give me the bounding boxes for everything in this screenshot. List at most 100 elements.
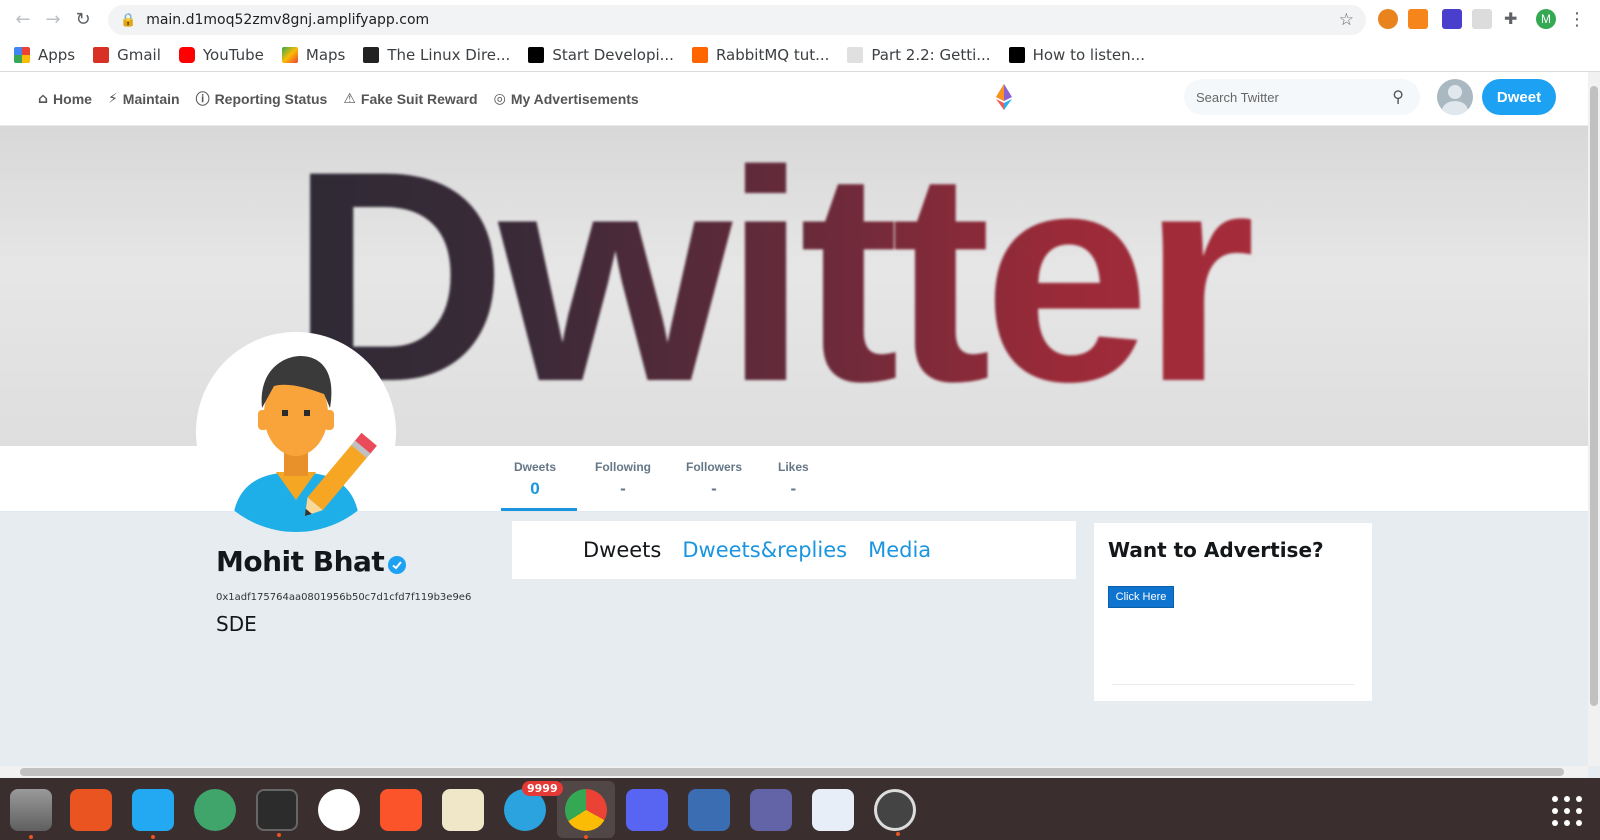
tab-dweets[interactable]: Dweets [583,538,661,562]
vertical-scrollbar[interactable] [1588,72,1600,766]
extension-grey-icon[interactable] [1472,9,1492,29]
medium-icon [1008,46,1025,63]
scrollbar-thumb[interactable] [1590,86,1598,706]
running-indicator [896,832,900,836]
lock-icon: 🔒 [120,12,137,28]
stat-label: Dweets [514,460,557,474]
telegram-icon[interactable]: 9999 [504,781,563,831]
broadcast-icon: ◎ [493,91,506,107]
software-center-icon[interactable] [70,789,112,831]
show-applications-icon[interactable] [1552,796,1582,826]
dweet-button[interactable]: Dweet [1482,79,1556,115]
horizontal-scrollbar[interactable] [0,766,1588,778]
bookmark-maps[interactable]: Maps [281,45,346,64]
profile-avatar[interactable] [196,332,396,532]
nav-label: Reporting Status [214,91,328,107]
browser-menu-icon[interactable]: ⋮ [1568,9,1586,30]
nav-reporting-status[interactable]: ⓘ Reporting Status [196,89,328,109]
page-icon [847,46,864,63]
bookmarks-bar: Apps Gmail YouTube Maps The Linux Dire..… [0,38,1600,72]
avatar-head-shape [1448,85,1462,99]
extension-orange-icon[interactable] [1378,9,1398,29]
search-input[interactable] [1196,89,1376,105]
stat-dweets[interactable]: Dweets 0 [514,460,556,499]
slack-icon[interactable] [318,789,360,831]
bookmark-label: How to listen... [1032,45,1145,64]
ethereum-logo-icon[interactable] [996,84,1012,110]
maps-icon [281,46,298,63]
gmail-icon [93,46,110,63]
address-bar[interactable]: 🔒 main.d1moq52zmv8gnj.amplifyapp.com ☆ [108,5,1366,35]
profile-tabs: Dweets Dweets&replies Media [512,521,1076,579]
discord-icon[interactable] [626,789,668,831]
stat-label: Followers [686,460,743,474]
back-icon[interactable]: ← [8,9,38,30]
atom-icon[interactable] [194,789,236,831]
bookmark-youtube[interactable]: YouTube [178,46,264,64]
nav-label: Fake Suit Reward [360,91,478,107]
forward-icon[interactable]: → [38,9,68,30]
bookmark-rabbitmq[interactable]: RabbitMQ tut... [691,45,830,64]
main-nav: ⌂ Home ⚡ Maintain ⓘ Reporting Status ⚠ Fake … [38,89,655,109]
bookmark-label: Maps [305,45,346,64]
verified-badge-icon [388,555,407,574]
scrollbar-thumb[interactable] [20,768,1564,776]
telegram-badge: 9999 [522,781,563,796]
bookmark-how-to-listen[interactable]: How to listen... [1008,45,1145,64]
wallet-address: 0x1adf175764aa0801956b50c7d1cfd7f119b3e9… [216,592,472,603]
bookmark-linux[interactable]: The Linux Dire... [363,46,510,64]
bookmark-apps[interactable]: Apps [14,46,75,64]
url-text[interactable]: main.d1moq52zmv8gnj.amplifyapp.com [146,12,429,28]
home-icon: ⌂ [38,91,49,107]
terminal-icon[interactable] [256,789,298,837]
stat-value: 0 [530,479,540,498]
extensions-puzzle-icon[interactable]: ✚ [1504,9,1524,29]
apps-grid-icon [14,46,30,63]
info-icon: ⓘ [195,92,210,108]
tab-media[interactable]: Media [868,538,931,562]
browser-profile-avatar[interactable]: M [1536,9,1556,29]
search-box: ⚲ [1184,79,1420,115]
stat-followers[interactable]: Followers - [686,460,742,499]
bookmark-start-developing[interactable]: Start Developi... [528,46,674,64]
nav-maintain[interactable]: ⚡ Maintain [108,89,180,109]
avatar-body-shape [1442,101,1468,115]
stat-likes[interactable]: Likes - [778,460,809,499]
vscode-icon[interactable] [132,789,174,839]
profile-bio: SDE [216,612,257,636]
software-updater-icon[interactable] [874,789,916,836]
user-with-pencil-icon [232,356,377,532]
extension-blue-icon[interactable] [1442,9,1462,29]
remote-desktop-icon[interactable] [688,789,730,831]
bookmark-part-2-2[interactable]: Part 2.2: Getti... [847,46,991,64]
metamask-icon[interactable] [1408,9,1428,29]
nav-label: My Advertisements [510,91,639,107]
bookmark-star-icon[interactable]: ☆ [1339,10,1354,30]
running-indicator [151,835,155,839]
stat-label: Likes [778,460,809,474]
bookmark-label: Start Developi... [552,45,674,64]
files-icon[interactable] [10,789,52,839]
reload-icon[interactable]: ↻ [68,9,98,30]
nav-home[interactable]: ⌂ Home [38,89,92,109]
bookmark-label: RabbitMQ tut... [715,45,830,64]
app-header: ⌂ Home ⚡ Maintain ⓘ Reporting Status ⚠ Fake … [0,72,1588,126]
stat-following[interactable]: Following - [595,460,651,499]
nav-my-advertisements[interactable]: ◎ My Advertisements [494,89,639,109]
teams-icon[interactable] [750,789,792,831]
click-here-button[interactable]: Click Here [1108,586,1174,608]
chrome-icon[interactable] [565,789,607,839]
running-indicator [29,835,33,839]
advertise-title: Want to Advertise? [1108,538,1324,562]
cover-logo-text: Dwitter [290,126,1259,436]
brave-icon[interactable] [380,789,422,831]
text-editor-icon[interactable] [442,789,484,831]
image-viewer-icon[interactable] [812,789,854,831]
search-icon[interactable]: ⚲ [1392,87,1404,106]
tab-dweets-replies[interactable]: Dweets&replies [682,538,847,562]
header-avatar[interactable] [1437,79,1473,115]
rabbitmq-icon [691,46,708,63]
nav-fake-suit-reward[interactable]: ⚠ Fake Suit Reward [343,89,477,109]
warning-icon: ⚠ [343,91,356,107]
bookmark-gmail[interactable]: Gmail [93,46,161,64]
